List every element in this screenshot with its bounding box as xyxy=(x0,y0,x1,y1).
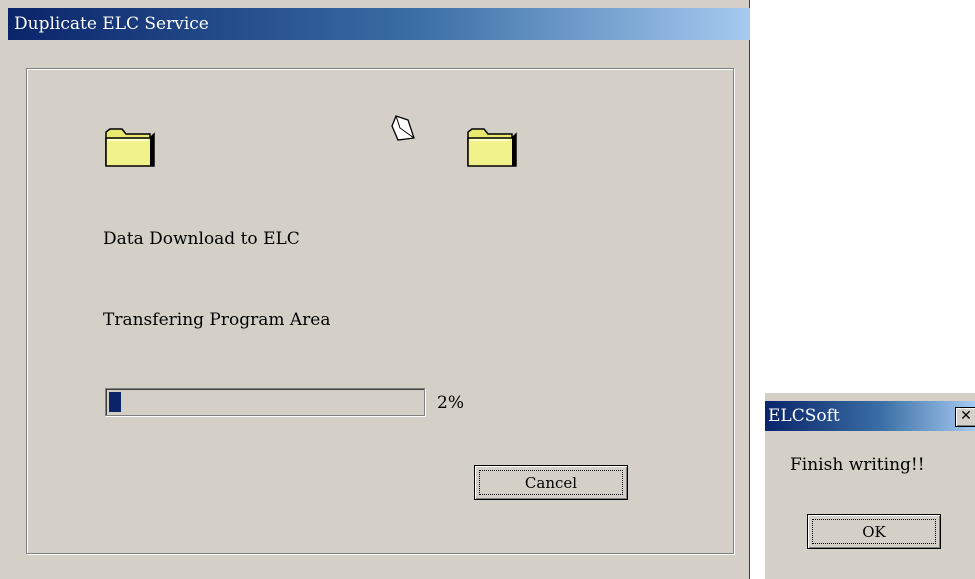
flying-paper-icon xyxy=(391,115,415,141)
progress-fill xyxy=(109,392,121,412)
dialog-title: Duplicate ELC Service xyxy=(14,14,209,34)
progress-bar xyxy=(105,388,425,416)
duplicate-elc-dialog: Duplicate ELC Service Data Download to E… xyxy=(0,0,750,579)
progress-percent-label: 2% xyxy=(437,393,464,413)
status-label: Transfering Program Area xyxy=(103,310,331,330)
close-button[interactable]: ✕ xyxy=(955,407,975,427)
ok-button-label: OK xyxy=(862,522,886,541)
elcsoft-message-box: ELCSoft ✕ Finish writing!! OK xyxy=(765,393,975,579)
operation-label: Data Download to ELC xyxy=(103,229,300,249)
cancel-button[interactable]: Cancel xyxy=(474,465,628,500)
source-folder-icon xyxy=(105,128,155,167)
message-box-title: ELCSoft xyxy=(768,406,840,426)
cancel-button-label: Cancel xyxy=(524,473,578,492)
close-icon: ✕ xyxy=(960,408,972,424)
message-text: Finish writing!! xyxy=(790,455,925,475)
ok-button[interactable]: OK xyxy=(807,514,941,549)
destination-folder-icon xyxy=(467,128,517,167)
message-box-title-bar[interactable]: ELCSoft xyxy=(765,401,975,431)
dialog-title-bar[interactable]: Duplicate ELC Service xyxy=(8,8,750,40)
